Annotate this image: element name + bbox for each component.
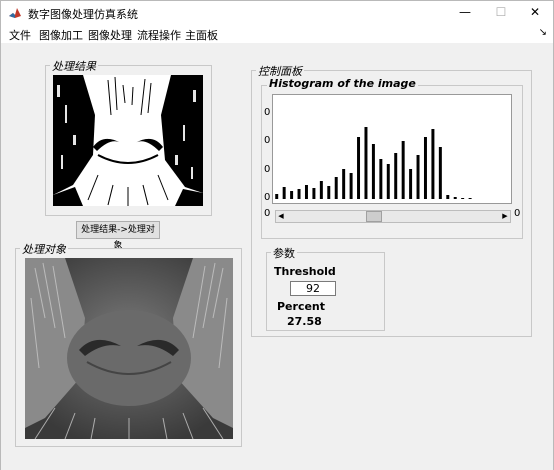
percent-value: 27.58 — [287, 315, 322, 328]
slider-thumb[interactable] — [366, 211, 382, 222]
histogram-bar — [453, 197, 457, 199]
histogram-axes — [272, 94, 512, 204]
result-image — [53, 75, 203, 206]
menu-main-panel[interactable]: 主面板 — [185, 27, 218, 43]
menu-bar: 文件 图像加工 图像处理 流程操作 主面板 ↘ — [1, 25, 553, 43]
menu-workflow[interactable]: 流程操作 — [137, 27, 181, 43]
object-image — [25, 258, 233, 439]
y-tick-label: 0 — [264, 192, 271, 203]
histogram-bar — [342, 169, 346, 199]
menu-image-processing-edit[interactable]: 图像加工 — [39, 27, 83, 43]
histogram-bar — [416, 155, 420, 199]
y-tick-label: 0 — [264, 107, 271, 118]
object-panel: 处理对象 — [15, 241, 242, 447]
dock-arrow-icon[interactable]: ↘ — [539, 27, 547, 38]
menu-image-processing[interactable]: 图像处理 — [88, 27, 132, 43]
main-content: 处理结果 处理结果->处理对象 处理对象 控制面板 Histogram of t… — [1, 43, 553, 470]
histogram-bar — [327, 186, 331, 199]
histogram-bar — [386, 164, 390, 199]
histogram-bar — [297, 189, 301, 199]
histogram-bar — [275, 194, 279, 199]
histogram-bar — [468, 198, 472, 199]
percent-label: Percent — [277, 300, 326, 313]
histogram-bar — [334, 177, 338, 199]
threshold-field[interactable]: 92 — [290, 281, 336, 296]
histogram-bar — [282, 187, 286, 199]
result-to-object-button[interactable]: 处理结果->处理对象 — [76, 221, 160, 251]
params-panel: 参数 Threshold 92 Percent 27.58 — [266, 245, 385, 331]
threshold-slider[interactable]: ◀ ▶ — [275, 210, 511, 223]
histogram-bar — [290, 191, 294, 199]
close-button[interactable]: ✕ — [517, 1, 553, 25]
slider-left-arrow-icon[interactable]: ◀ — [276, 211, 286, 222]
histogram-bar — [312, 188, 316, 199]
histogram-bar — [409, 169, 413, 199]
result-panel-title: 处理结果 — [50, 58, 98, 74]
control-panel: 控制面板 Histogram of the image 0 0 0 0 0 0 … — [251, 63, 532, 337]
maximize-button[interactable]: ☐ — [483, 1, 519, 25]
histogram-bar — [304, 185, 308, 199]
y-tick-label: 0 — [264, 164, 271, 175]
window-title: 数字图像处理仿真系统 — [28, 8, 138, 21]
histogram-plot — [275, 127, 472, 199]
histogram-bar — [349, 173, 353, 199]
x-tick-right: 0 — [514, 208, 521, 219]
histogram-bar — [371, 144, 375, 199]
histogram-bar — [357, 137, 361, 199]
app-window: 数字图像处理仿真系统 — ☐ ✕ 文件 图像加工 图像处理 流程操作 主面板 ↘… — [0, 0, 554, 470]
object-panel-title: 处理对象 — [20, 241, 68, 257]
histogram-bar — [461, 198, 465, 199]
y-tick-label: 0 — [264, 135, 271, 146]
histogram-bar — [423, 137, 427, 199]
histogram-bar — [319, 181, 323, 199]
histogram-bar — [401, 141, 405, 199]
menu-file[interactable]: 文件 — [9, 27, 31, 43]
histogram-bar — [364, 127, 368, 199]
histogram-bar — [379, 159, 383, 199]
histogram-bar — [446, 195, 450, 199]
histogram-bar — [394, 153, 398, 199]
histogram-title: Histogram of the image — [267, 77, 418, 90]
matlab-icon — [8, 6, 22, 20]
histogram-panel: Histogram of the image 0 0 0 0 0 0 ◀ ▶ — [261, 77, 523, 239]
histogram-bar — [431, 129, 435, 199]
minimize-button[interactable]: — — [447, 1, 483, 25]
threshold-label: Threshold — [274, 265, 336, 278]
slider-right-arrow-icon[interactable]: ▶ — [500, 211, 510, 222]
histogram-bar — [438, 147, 442, 199]
result-panel: 处理结果 — [45, 58, 212, 216]
title-bar: 数字图像处理仿真系统 — ☐ ✕ — [1, 1, 553, 25]
x-tick-left: 0 — [264, 208, 271, 219]
params-panel-title: 参数 — [271, 245, 297, 261]
